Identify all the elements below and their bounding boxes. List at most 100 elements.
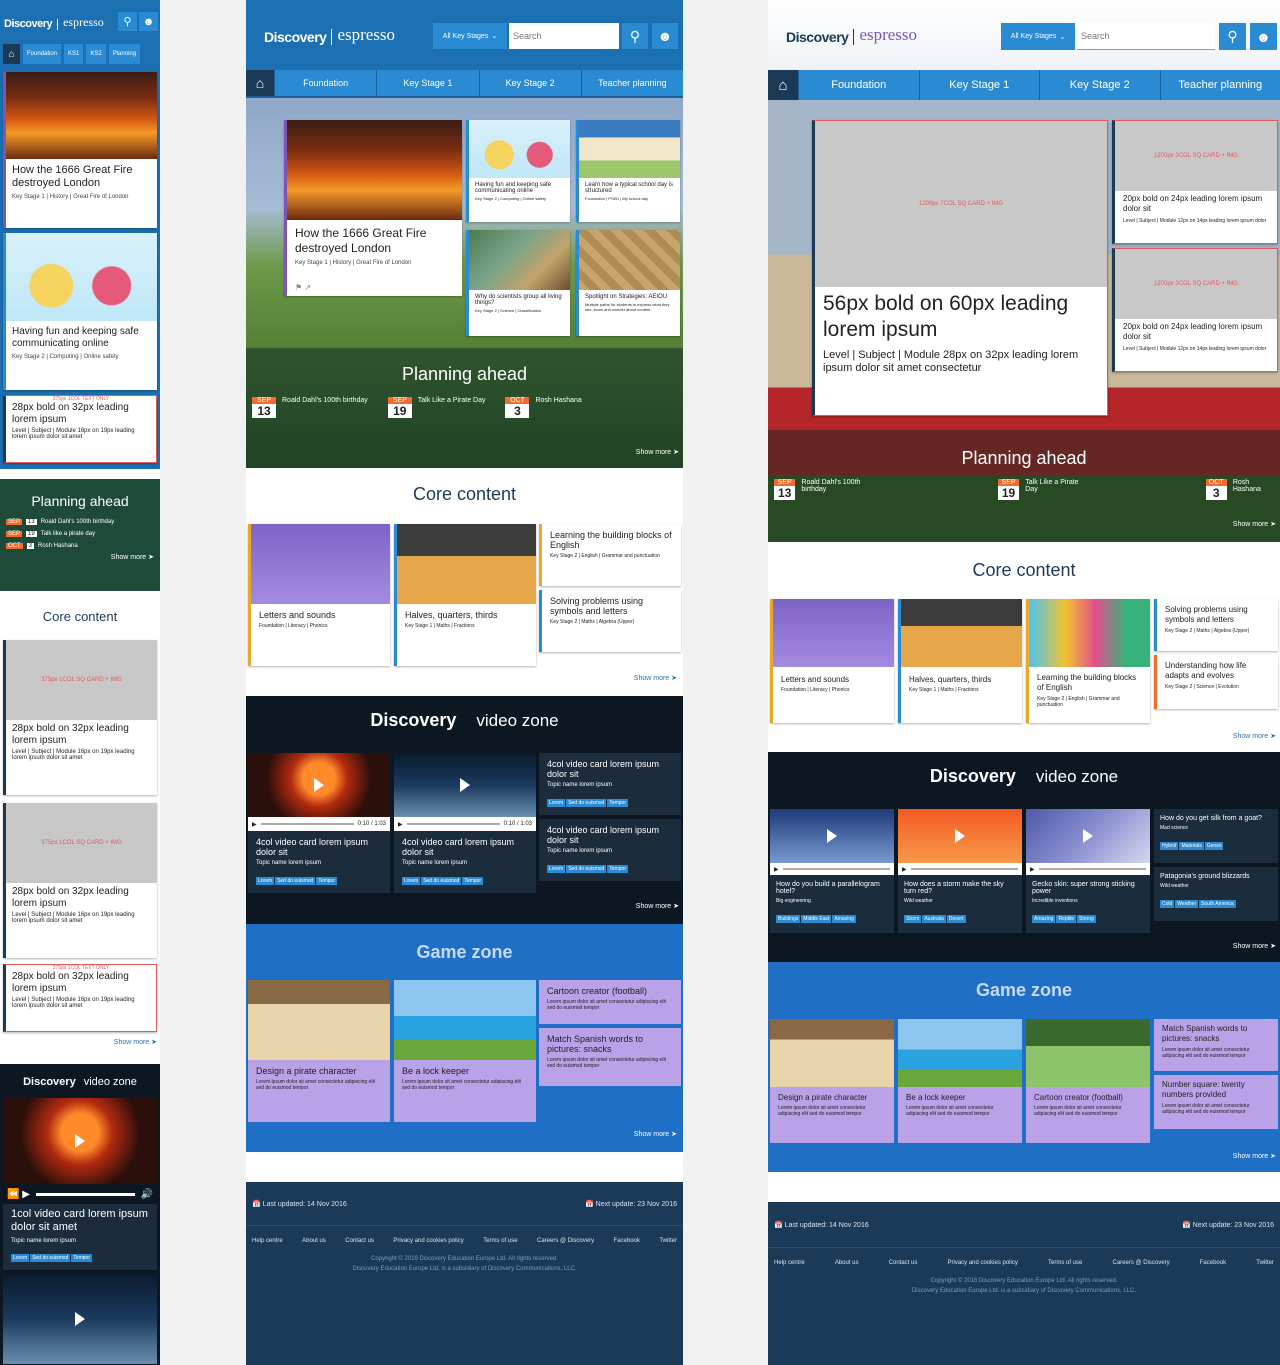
play-icon[interactable] <box>75 1312 85 1326</box>
game-card[interactable]: Be a lock keeper Lorem ipsum dolor sit a… <box>898 1019 1022 1143</box>
footer-link-help[interactable]: Help centre <box>774 1260 805 1266</box>
show-more-link[interactable]: Show more ➤ <box>1233 732 1276 740</box>
play-icon[interactable] <box>314 778 324 792</box>
footer-link-help[interactable]: Help centre <box>252 1238 283 1244</box>
footer-link-terms[interactable]: Terms of use <box>1048 1260 1082 1266</box>
core-card[interactable]: Solving problems using symbols and lette… <box>539 590 681 652</box>
event-row[interactable]: OCT 3 Rosh Hashana <box>6 543 154 549</box>
event-item[interactable]: OCT 3 Rosh Hashana <box>1205 479 1274 500</box>
video-card[interactable]: ▶ How does a storm make the sky turn red… <box>898 809 1022 933</box>
search-icon[interactable]: ⚲ <box>622 23 648 49</box>
video-card[interactable]: Patagonia's ground blizzards Wild weathe… <box>1154 867 1278 921</box>
card-video[interactable] <box>1026 809 1150 863</box>
video-card[interactable]: ▶ How do you build a parallelogram hotel… <box>770 809 894 933</box>
play-icon[interactable] <box>75 1134 85 1148</box>
small-card[interactable]: Why do scientists group all living thing… <box>466 230 570 336</box>
nav-foundation[interactable]: Foundation <box>23 44 62 64</box>
show-more-link[interactable]: Show more ➤ <box>634 674 677 682</box>
video-card[interactable]: 4col video card lorem ipsum dolor sit To… <box>539 753 681 815</box>
small-card[interactable]: Spotlight on Strategies: AEIOU Multiple … <box>576 230 680 336</box>
footer-link-twitter[interactable]: Twitter <box>659 1238 677 1244</box>
placeholder-card[interactable]: 375px 1COL SQ CARD + IMG 28px bold on 32… <box>3 803 157 958</box>
site-logo[interactable]: Discovery espresso <box>4 15 104 30</box>
home-icon[interactable]: ⌂ <box>768 70 798 100</box>
play-icon[interactable] <box>460 778 470 792</box>
placeholder-text-card[interactable]: 375px 1COL TEXT ONLY 28px bold on 32px l… <box>3 964 157 1032</box>
footer-link-about[interactable]: About us <box>302 1238 326 1244</box>
placeholder-card[interactable]: 375px 1COL SQ CARD + IMG 28px bold on 32… <box>3 640 157 795</box>
game-card[interactable]: Design a pirate character Lorem ipsum do… <box>248 980 390 1122</box>
core-card[interactable]: Learning the building blocks of English … <box>1026 599 1150 723</box>
card-video[interactable] <box>248 753 390 817</box>
footer-link-facebook[interactable]: Facebook <box>614 1238 640 1244</box>
home-icon[interactable]: ⌂ <box>246 70 274 96</box>
core-card[interactable]: Halves, quarters, thirds Key Stage 1 | M… <box>898 599 1022 723</box>
show-more-link[interactable]: Show more ➤ <box>6 553 154 561</box>
site-logo[interactable]: Discovery espresso <box>264 25 395 45</box>
hero-card[interactable]: How the 1666 Great Fire destroyed London… <box>284 120 462 296</box>
tag[interactable]: Sed do euismod <box>30 1254 71 1262</box>
video-card[interactable]: ⏪ ▶ 🔊 1col video card lorem ipsum dolor … <box>3 1098 157 1270</box>
small-card[interactable]: Learn how a typical school day is struct… <box>576 120 680 222</box>
video-controls[interactable]: ▶ <box>770 863 894 875</box>
game-card[interactable]: Match Spanish words to pictures: snacks … <box>1154 1019 1278 1071</box>
event-item[interactable]: SEP 19 Talk Like a Pirate Day <box>997 479 1086 500</box>
nav-planning[interactable]: Planning <box>108 44 141 64</box>
keystage-select[interactable]: All Key Stages ⌄ <box>433 23 507 49</box>
nav-foundation[interactable]: Foundation <box>274 70 377 96</box>
event-item[interactable]: SEP 13 Roald Dahl's 100th birthday <box>252 397 368 418</box>
footer-link-contact[interactable]: Contact us <box>889 1260 918 1266</box>
event-row[interactable]: SEP 13 Roald Dahl's 100th birthday <box>6 519 154 525</box>
core-card[interactable]: Letters and sounds Foundation | Literacy… <box>770 599 894 723</box>
footer-link-facebook[interactable]: Facebook <box>1200 1260 1226 1266</box>
core-card[interactable]: Halves, quarters, thirds Key Stage 1 | M… <box>394 524 536 666</box>
user-icon[interactable]: ☻ <box>139 12 158 31</box>
game-card[interactable]: Design a pirate character Lorem ipsum do… <box>770 1019 894 1143</box>
card-video[interactable] <box>770 809 894 863</box>
nav-key-stage-2[interactable]: Key Stage 2 <box>1039 70 1160 100</box>
video-card[interactable]: ▶ 0:10 / 1:03 4col video card lorem ipsu… <box>248 753 390 893</box>
game-card[interactable]: Cartoon creator (football) Lorem ipsum d… <box>539 980 681 1024</box>
footer-link-about[interactable]: About us <box>835 1260 859 1266</box>
game-card[interactable]: Match Spanish words to pictures: snacks … <box>539 1028 681 1086</box>
event-item[interactable]: OCT 3 Rosh Hashana <box>505 397 582 418</box>
play-icon[interactable] <box>955 829 965 843</box>
footer-link-privacy[interactable]: Privacy and cookies policy <box>393 1238 463 1244</box>
nav-teacher-planning[interactable]: Teacher planning <box>1159 70 1280 100</box>
nav-key-stage-2[interactable]: Key Stage 2 <box>478 70 581 96</box>
show-more-link[interactable]: Show more ➤ <box>1233 942 1276 950</box>
hero-card[interactable]: How the 1666 Great Fire destroyed London… <box>3 72 157 228</box>
core-card[interactable]: Solving problems using symbols and lette… <box>1154 599 1278 651</box>
small-card[interactable]: Having fun and keeping safe communicatin… <box>466 120 570 222</box>
video-controls[interactable]: ▶ 0:10 / 1:03 <box>394 817 536 831</box>
card-video[interactable] <box>898 809 1022 863</box>
small-placeholder-card[interactable]: 1200px 3COL SQ CARD + IMG 20px bold on 2… <box>1112 120 1278 244</box>
user-icon[interactable]: ☻ <box>652 23 678 49</box>
nav-ks2[interactable]: KS2 <box>86 44 106 64</box>
nav-key-stage-1[interactable]: Key Stage 1 <box>918 70 1039 100</box>
footer-link-careers[interactable]: Careers @ Discovery <box>537 1238 594 1244</box>
footer-link-terms[interactable]: Terms of use <box>483 1238 517 1244</box>
show-more-link[interactable]: Show more ➤ <box>1233 520 1276 528</box>
nav-foundation[interactable]: Foundation <box>798 70 919 100</box>
show-more-link[interactable]: Show more ➤ <box>636 448 679 456</box>
event-item[interactable]: SEP 19 Talk Like a Pirate Day <box>387 397 485 418</box>
placeholder-text-card[interactable]: 375px 1COL TEXT ONLY 28px bold on 32px l… <box>3 395 157 463</box>
tag[interactable]: Lorem <box>11 1254 30 1262</box>
game-card[interactable]: Cartoon creator (football) Lorem ipsum d… <box>1026 1019 1150 1143</box>
search-input[interactable] <box>509 23 619 49</box>
play-icon[interactable] <box>1083 829 1093 843</box>
game-card[interactable]: Number square: twenty numbers provided L… <box>1154 1075 1278 1129</box>
video-controls[interactable]: ▶ <box>898 863 1022 875</box>
event-item[interactable]: SEP 13 Roald Dahl's 100th birthday <box>774 479 878 500</box>
video-controls[interactable]: ▶ <box>1026 863 1150 875</box>
hero-placeholder-card[interactable]: 1200px 7COL SQ CARD + IMG 56px bold on 6… <box>812 120 1108 416</box>
event-row[interactable]: SEP 19 Talk like a pirate day <box>6 531 154 537</box>
site-logo[interactable]: Discovery espresso <box>786 25 917 45</box>
mobile-card[interactable]: Having fun and keeping safe communicatin… <box>3 233 157 390</box>
video-controls[interactable]: ▶ 0:10 / 1:03 <box>248 817 390 831</box>
core-card[interactable]: Understanding how life adapts and evolve… <box>1154 655 1278 709</box>
search-input[interactable] <box>1077 23 1215 50</box>
tag[interactable]: Tempor <box>71 1254 93 1262</box>
keystage-select[interactable]: All Key Stages ⌄ <box>1001 23 1075 50</box>
